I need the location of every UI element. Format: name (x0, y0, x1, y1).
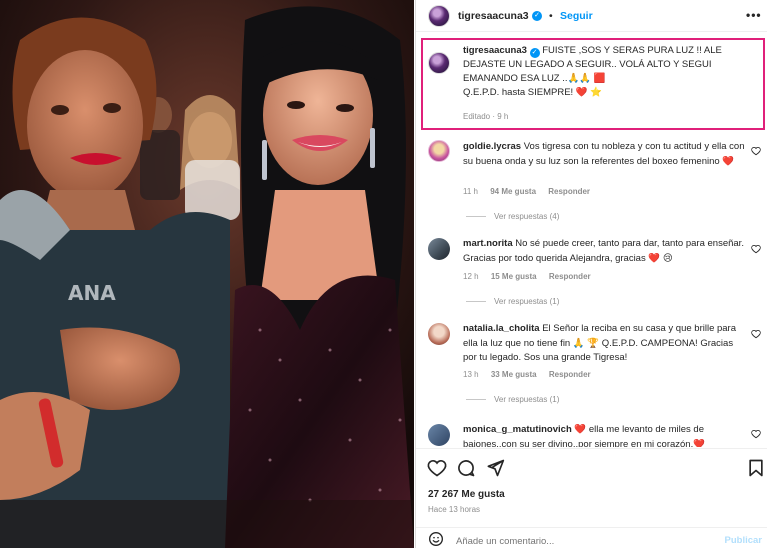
comment-likes[interactable]: 33 Me gusta (491, 370, 537, 379)
caption-text-body-2: Q.E.P.D. hasta SIEMPRE! ❤️ ⭐ (463, 87, 603, 98)
post-photo: ANA (0, 0, 414, 548)
comment-bubble-icon[interactable] (456, 458, 476, 478)
comment-item: mart.norita No sé puede creer, tanto par… (463, 237, 748, 266)
author-username[interactable]: tigresaacuna3 (458, 10, 529, 22)
caption-author-avatar[interactable] (428, 52, 450, 74)
view-replies-button[interactable]: Ver respuestas (4) (466, 212, 559, 221)
comment-username[interactable]: natalia.la_cholita (463, 323, 540, 334)
comment-reply-button[interactable]: Responder (548, 187, 590, 196)
comment-avatar[interactable] (428, 323, 450, 345)
comment-time: 12 h (463, 272, 479, 281)
comment-like-icon[interactable] (751, 329, 761, 339)
comment-avatar[interactable] (428, 140, 450, 162)
view-replies-button[interactable]: Ver respuestas (1) (466, 297, 559, 306)
comment-like-icon[interactable] (751, 146, 761, 156)
comment-meta: 12 h 15 Me gusta Responder (463, 272, 601, 281)
post-panel: tigresaacuna3 ✓ • Seguir ••• tigresaacun… (415, 0, 767, 550)
comment-avatar[interactable] (428, 424, 450, 446)
comment-avatar[interactable] (428, 238, 450, 260)
comment-meta: 13 h 33 Me gusta Responder (463, 370, 601, 379)
publish-button[interactable]: Publicar (725, 535, 763, 546)
verified-icon: ✓ (532, 11, 542, 21)
post-like-count[interactable]: 27 267 Me gusta (428, 489, 505, 500)
view-replies-button[interactable]: Ver respuestas (1) (466, 395, 559, 404)
comment-time: 13 h (463, 370, 479, 379)
emoji-icon[interactable] (428, 531, 444, 547)
save-bookmark-icon[interactable] (746, 458, 766, 478)
comment-item: natalia.la_cholita El Señor la reciba en… (463, 322, 748, 366)
post-actions: 27 267 Me gusta Hace 13 horas Publicar (416, 448, 767, 550)
comment-item: goldie.lycras Vos tigresa con tu nobleza… (463, 140, 748, 169)
comment-reply-button[interactable]: Responder (549, 272, 591, 281)
comment-meta: 11 h 94 Me gusta Responder (463, 187, 600, 196)
share-paper-plane-icon[interactable] (485, 458, 505, 478)
post-time-ago: Hace 13 horas (428, 505, 481, 514)
caption: tigresaacuna3 ✓ FUISTE ,SOS Y SERAS PURA… (463, 44, 761, 100)
comment-item: monica_g_matutinovich ❤️ ella me levanto… (463, 423, 748, 447)
comment-time: 11 h (463, 187, 478, 196)
caption-username[interactable]: tigresaacuna3 (463, 45, 527, 56)
separator-dot: • (549, 10, 553, 22)
comment-username[interactable]: goldie.lycras (463, 141, 521, 152)
comment-username[interactable]: monica_g_matutinovich (463, 424, 572, 435)
comment-likes[interactable]: 15 Me gusta (491, 272, 537, 281)
comment-like-icon[interactable] (751, 244, 761, 254)
comment-reply-button[interactable]: Responder (549, 370, 591, 379)
svg-text:ANA: ANA (68, 281, 116, 305)
comment-like-icon[interactable] (751, 429, 761, 439)
caption-verified-icon: ✓ (529, 48, 540, 58)
comment-input[interactable] (454, 532, 708, 550)
more-options-icon[interactable]: ••• (746, 8, 762, 22)
like-heart-icon[interactable] (427, 458, 447, 478)
caption-meta: Editado · 9 h (463, 112, 509, 121)
photo-illustration: ANA (0, 0, 414, 548)
comment-likes[interactable]: 94 Me gusta (490, 187, 536, 196)
author-avatar[interactable] (428, 5, 450, 27)
comment-composer: Publicar (416, 527, 767, 550)
follow-button[interactable]: Seguir (560, 10, 593, 22)
post-header: tigresaacuna3 ✓ • Seguir ••• (416, 0, 767, 32)
comment-username[interactable]: mart.norita (463, 238, 513, 249)
